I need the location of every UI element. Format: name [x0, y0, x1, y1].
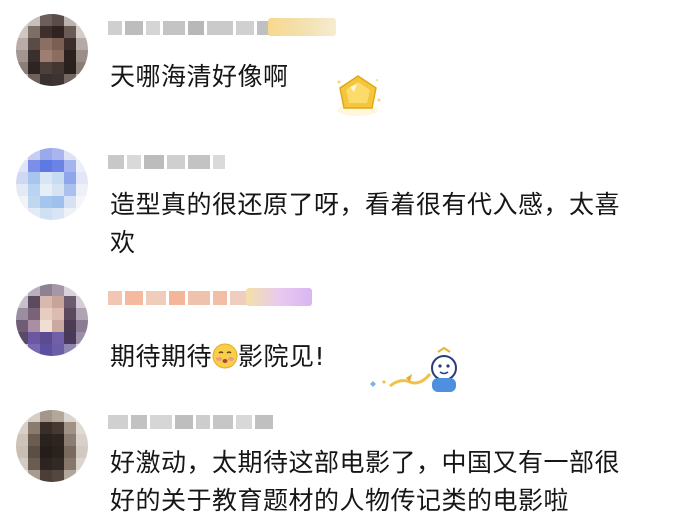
fan-badge — [246, 288, 312, 306]
username-blurred[interactable] — [108, 290, 248, 306]
blushing-face-emoji — [212, 343, 238, 369]
comment-text-part: 影院见! — [238, 342, 326, 371]
comment-text: 天哪海清好像啊 — [110, 62, 289, 91]
avatar[interactable] — [16, 148, 88, 220]
avatar[interactable] — [16, 410, 88, 482]
username-blurred[interactable] — [108, 414, 273, 430]
username-blurred[interactable] — [108, 154, 225, 170]
avatar[interactable] — [16, 14, 88, 86]
comment-item: 天哪海清好像啊 — [0, 0, 700, 130]
comment-item: 期待期待 影院见! — [0, 270, 700, 400]
avatar[interactable] — [16, 284, 88, 356]
comment-text: 好的关于教育题材的人物传记类的电影啦 — [110, 486, 570, 515]
fan-badge — [268, 18, 336, 36]
gold-gem-sticker — [337, 75, 381, 116]
comment-text: 造型真的很还原了呀，看着很有代入感，太喜 — [110, 190, 621, 219]
cartoon-character-sticker — [370, 346, 457, 392]
comment-item: 造型真的很还原了呀，看着很有代入感，太喜 欢 — [0, 130, 700, 270]
comment-text: 期待期待 影院见! — [110, 338, 325, 376]
comment-text-part: 期待期待 — [110, 342, 213, 371]
comment-item: 好激动，太期待这部电影了，中国又有一部很 好的关于教育题材的人物传记类的电影啦 — [0, 400, 700, 528]
comment-text: 好激动，太期待这部电影了，中国又有一部很 — [110, 448, 621, 477]
comment-text: 欢 — [110, 228, 136, 257]
